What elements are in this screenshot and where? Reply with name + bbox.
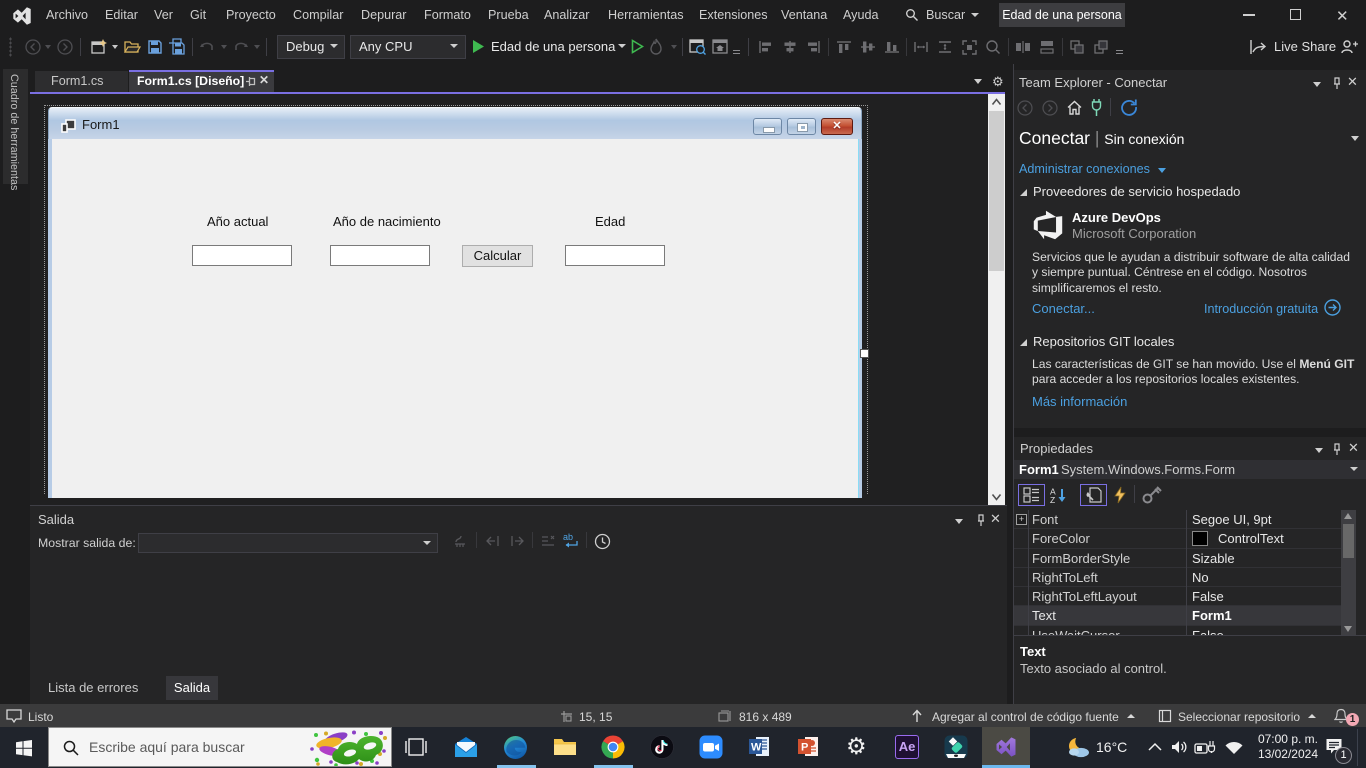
svg-text:ab: ab [563,532,573,542]
svg-text:W: W [751,742,762,754]
svg-text:Z: Z [1050,495,1055,503]
svg-text:P: P [801,742,808,754]
